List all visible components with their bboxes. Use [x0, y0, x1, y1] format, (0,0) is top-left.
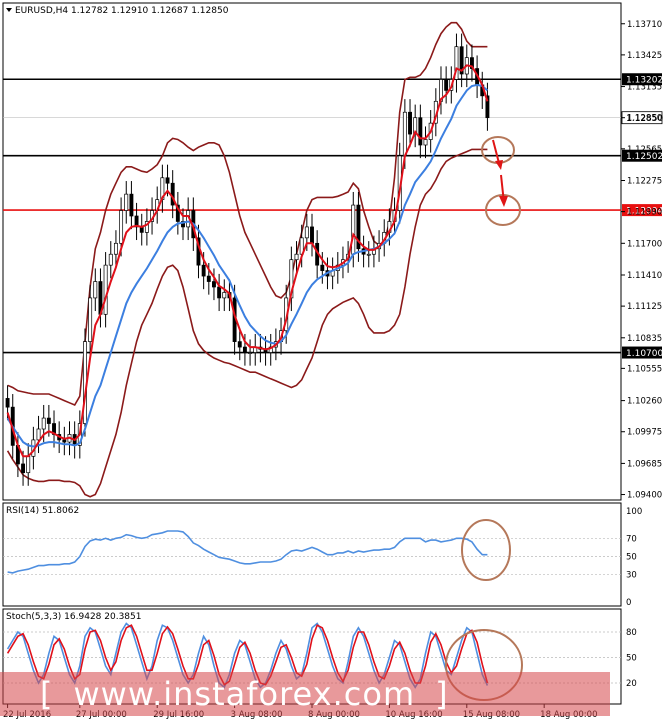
price-bar-body-20: [108, 253, 113, 266]
level-label-3: 1.10700: [626, 349, 663, 359]
price-bar-body-59: [310, 226, 314, 244]
y-tick-label-7: 1.11700: [627, 239, 662, 249]
watermark-bracket-right: ]: [435, 675, 449, 713]
price-bar-body-24: [129, 193, 134, 217]
y-tick-label-3: 1.12850: [627, 114, 662, 124]
y-tick-label-14: 1.09685: [627, 459, 662, 469]
price-bar-body-16: [88, 297, 93, 342]
price-chart-title: EURUSD,H4 1.12782 1.12910 1.12687 1.1285…: [15, 6, 229, 16]
price-bar-body-7: [41, 417, 46, 430]
stoch-tick-label-0: 80: [626, 628, 637, 638]
price-bar-body-47: [248, 352, 253, 354]
price-bar-body-19: [103, 264, 108, 315]
y-tick-label-15: 1.09400: [627, 491, 662, 501]
price-bar-body-70: [366, 253, 371, 256]
rsi-tick-label-4: 0: [626, 598, 631, 608]
y-tick-label-12: 1.10260: [627, 397, 662, 407]
y-tick-label-4: 1.12565: [627, 145, 662, 155]
price-bar-body-31: [165, 177, 170, 184]
rsi-tick-label-3: 30: [626, 571, 637, 581]
price-bar-body-17: [93, 281, 98, 299]
price-bar-body-80: [418, 117, 423, 146]
rsi-tick-label-2: 50: [626, 553, 637, 563]
watermark-bracket-left: [: [40, 675, 54, 713]
y-tick-label-6: 1.11990: [627, 208, 662, 218]
y-tick-label-13: 1.09975: [627, 428, 662, 438]
y-tick-label-9: 1.11125: [627, 302, 662, 312]
price-bar-body-77: [402, 111, 407, 157]
watermark-text: www.instaforex.com: [73, 675, 416, 713]
rsi-panel: [2, 502, 622, 607]
y-tick-label-1: 1.13425: [627, 51, 662, 61]
stoch-tick-label-2: 20: [626, 679, 637, 689]
price-bar-body-0: [5, 398, 10, 408]
price-bar-body-41: [217, 286, 222, 299]
stoch-title: Stoch(5,3,3) 16.9428 20.3851: [6, 612, 141, 622]
price-bar-body-4: [26, 455, 31, 474]
price-bar-body-39: [206, 275, 211, 282]
price-bar-body-58: [304, 226, 309, 239]
rsi-tick-label-0: 100: [626, 507, 642, 517]
price-bar-body-22: [119, 210, 124, 244]
price-bar-body-21: [113, 242, 118, 255]
price-bar-body-67: [351, 204, 356, 255]
price-bar-body-85: [444, 79, 449, 91]
price-bar-body-45: [237, 341, 242, 348]
price-bar-body-56: [294, 253, 299, 261]
price-bar-body-42: [222, 292, 227, 299]
y-tick-label-0: 1.13710: [627, 20, 662, 30]
y-tick-label-8: 1.11410: [627, 271, 662, 281]
y-tick-label-10: 1.10835: [627, 334, 662, 344]
price-bar-body-23: [124, 193, 129, 211]
y-tick-label-11: 1.10555: [627, 364, 662, 374]
stoch-tick-label-1: 50: [626, 654, 637, 664]
price-bar-body-38: [201, 264, 206, 277]
rsi-title: RSI(14) 51.8062: [6, 506, 79, 516]
price-bar-body-46: [242, 346, 247, 353]
price-bar-body-6: [36, 428, 41, 441]
y-tick-label-2: 1.13135: [627, 83, 662, 93]
price-bar-body-11: [62, 439, 67, 443]
rsi-tick-label-1: 70: [626, 534, 637, 544]
chart-canvas: 1.132021.125021.120041.107001.12850 1.13…: [2, 2, 663, 720]
price-bar-body-61: [320, 264, 325, 271]
price-bar-body-8: [46, 417, 51, 424]
y-tick-label-5: 1.12275: [627, 177, 662, 187]
price-bar-body-40: [212, 281, 216, 288]
price-bar-body-81: [423, 139, 428, 146]
watermark-banner: [ www.instaforex.com]: [0, 672, 610, 716]
price-bar-body-3: [21, 463, 26, 474]
price-bar-body-78: [408, 111, 412, 135]
